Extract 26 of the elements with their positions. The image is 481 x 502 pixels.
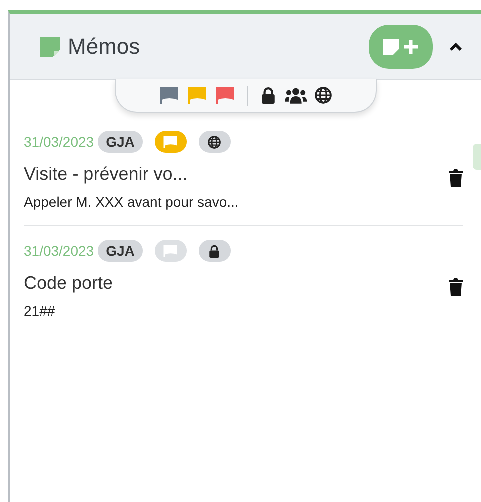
collapse-icon[interactable] [449, 42, 463, 52]
lock-filter-icon[interactable] [260, 87, 277, 104]
flag-icon [158, 87, 179, 104]
delete-icon[interactable] [449, 278, 463, 296]
flag-icon [163, 244, 178, 258]
memo-icon [383, 38, 399, 54]
add-memo-button[interactable] [369, 24, 433, 68]
flag-icon [186, 87, 207, 104]
memo-text: 21## [24, 302, 56, 321]
delete-icon[interactable] [449, 169, 463, 187]
memo-icon [40, 36, 60, 56]
panel-title: Mémos [68, 33, 140, 61]
author-tag: GJA [98, 240, 143, 262]
memo-date: 31/03/2023 [24, 132, 94, 152]
memo-text: Appeler M. XXX avant pour savo... [24, 193, 240, 212]
plus-icon [403, 38, 419, 54]
flag-filter-icon[interactable] [214, 87, 235, 104]
memo-title[interactable]: Visite - prévenir vo... [24, 161, 449, 188]
flag-icon [163, 136, 178, 148]
group-filter-icon[interactable] [284, 87, 308, 104]
author-tag: GJA [98, 131, 143, 153]
flag-filter-icon[interactable] [158, 87, 179, 104]
memo-date: 31/03/2023 [24, 242, 94, 260]
memo-title[interactable]: Code porte [24, 270, 449, 297]
flag-icon [214, 87, 235, 104]
globe-filter-icon[interactable] [315, 87, 332, 104]
